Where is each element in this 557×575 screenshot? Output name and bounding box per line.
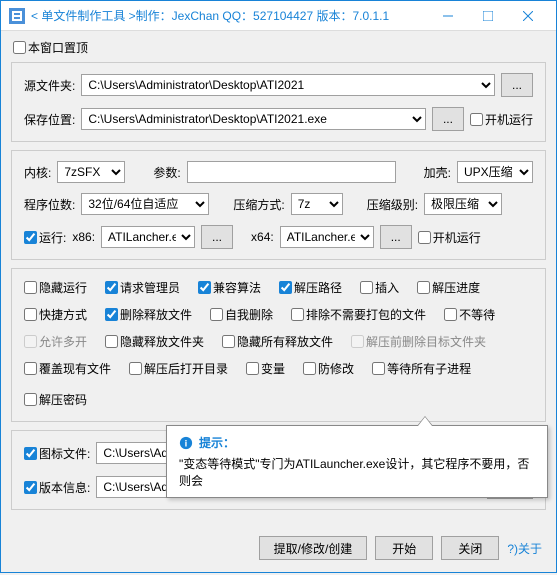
hidden-run-checkbox[interactable]: 隐藏运行 <box>24 279 87 296</box>
x86-browse-button[interactable]: ... <box>201 225 233 249</box>
compress-method-select[interactable]: 7z <box>291 193 343 215</box>
extract-modify-create-button[interactable]: 提取/修改/创建 <box>259 536 368 560</box>
close-button-footer[interactable]: 关闭 <box>441 536 499 560</box>
x64-select[interactable]: ATILancher.exe <box>280 226 374 248</box>
titlebar: < 单文件制作工具 >制作：JexChan QQ：527104427 版本：7.… <box>1 1 556 31</box>
no-wait-checkbox[interactable]: 不等待 <box>444 306 495 323</box>
kernel-label: 内核: <box>24 164 51 181</box>
start-button[interactable]: 开始 <box>375 536 433 560</box>
hide-extract-folder-checkbox[interactable]: 隐藏释放文件夹 <box>105 333 204 350</box>
save-path-browse-button[interactable]: ... <box>432 107 464 131</box>
extract-progress-checkbox[interactable]: 解压进度 <box>417 279 480 296</box>
overwrite-checkbox[interactable]: 覆盖现有文件 <box>24 360 111 377</box>
compat-algo-checkbox[interactable]: 兼容算法 <box>198 279 261 296</box>
delete-extracted-checkbox[interactable]: 删除释放文件 <box>105 306 192 323</box>
arch-label: 程序位数: <box>24 196 75 213</box>
tooltip-title: 提示： <box>199 434 235 451</box>
extract-path-checkbox[interactable]: 解压路径 <box>279 279 342 296</box>
delete-target-before-checkbox: 解压前删除目标文件夹 <box>351 333 486 350</box>
pin-window-checkbox[interactable]: 本窗口置顶 <box>13 39 546 56</box>
anti-tamper-checkbox[interactable]: 防修改 <box>303 360 354 377</box>
footer: 提取/修改/创建 开始 关闭 ?)关于 <box>1 528 556 572</box>
version-info-checkbox[interactable]: 版本信息: <box>24 479 90 496</box>
source-folder-select[interactable]: C:\Users\Administrator\Desktop\ATI2021 <box>81 74 495 96</box>
maximize-button[interactable] <box>468 2 508 30</box>
tooltip-arrow-icon <box>417 416 433 426</box>
request-admin-checkbox[interactable]: 请求管理员 <box>105 279 180 296</box>
pin-window-label: 本窗口置顶 <box>28 39 88 56</box>
kernel-select[interactable]: 7zSFX <box>57 161 125 183</box>
window-title: < 单文件制作工具 >制作：JexChan QQ：527104427 版本：7.… <box>31 7 428 24</box>
source-folder-browse-button[interactable]: ... <box>501 73 533 97</box>
save-autorun-checkbox[interactable]: 开机运行 <box>470 111 533 128</box>
source-folder-label: 源文件夹: <box>24 77 75 94</box>
extract-password-checkbox[interactable]: 解压密码 <box>24 387 87 411</box>
x86-label: x86: <box>72 230 95 244</box>
svg-text:i: i <box>185 438 188 449</box>
allow-multi-checkbox: 允许多开 <box>24 333 87 350</box>
options-group: 内核: 7zSFX 参数: 加壳: UPX压缩 程序位数: 32位/64位自适应… <box>11 150 546 260</box>
compress-level-label: 压缩级别: <box>367 196 418 213</box>
compress-level-select[interactable]: 极限压缩 <box>424 193 502 215</box>
arch-select[interactable]: 32位/64位自适应 <box>81 193 209 215</box>
run-autorun-checkbox[interactable]: 开机运行 <box>418 229 481 246</box>
about-link[interactable]: ?)关于 <box>507 540 542 557</box>
app-icon <box>9 8 25 24</box>
shell-label: 加壳: <box>424 164 451 181</box>
save-path-label: 保存位置: <box>24 111 75 128</box>
compress-method-label: 压缩方式: <box>233 196 284 213</box>
x64-label: x64: <box>251 230 274 244</box>
run-checkbox[interactable]: 运行: <box>24 229 66 246</box>
plugin-checkbox[interactable]: 插入 <box>360 279 399 296</box>
minimize-button[interactable] <box>428 2 468 30</box>
exclude-nonpack-checkbox[interactable]: 排除不需要打包的文件 <box>291 306 426 323</box>
info-icon: i <box>179 436 193 450</box>
params-label: 参数: <box>153 164 180 181</box>
x86-select[interactable]: ATILancher.exe <box>101 226 195 248</box>
shell-select[interactable]: UPX压缩 <box>457 161 533 183</box>
self-delete-checkbox[interactable]: 自我删除 <box>210 306 273 323</box>
open-after-checkbox[interactable]: 解压后打开目录 <box>129 360 228 377</box>
params-input[interactable] <box>187 161 396 183</box>
shortcut-checkbox[interactable]: 快捷方式 <box>24 306 87 323</box>
tooltip-body: "变态等待模式"专门为ATILauncher.exe设计，其它程序不要用，否则会 <box>179 455 535 489</box>
close-button[interactable] <box>508 2 548 30</box>
save-path-select[interactable]: C:\Users\Administrator\Desktop\ATI2021.e… <box>81 108 426 130</box>
tooltip: i 提示： "变态等待模式"专门为ATILauncher.exe设计，其它程序不… <box>166 425 548 498</box>
hide-all-extract-checkbox[interactable]: 隐藏所有释放文件 <box>222 333 333 350</box>
variable-checkbox[interactable]: 变量 <box>246 360 285 377</box>
x64-browse-button[interactable]: ... <box>380 225 412 249</box>
icon-file-checkbox[interactable]: 图标文件: <box>24 445 90 462</box>
paths-group: 源文件夹: C:\Users\Administrator\Desktop\ATI… <box>11 62 546 142</box>
flags-group: 隐藏运行 请求管理员 兼容算法 解压路径 插入 解压进度 快捷方式 删除释放文件… <box>11 268 546 422</box>
wait-children-checkbox[interactable]: 等待所有子进程 <box>372 360 471 377</box>
